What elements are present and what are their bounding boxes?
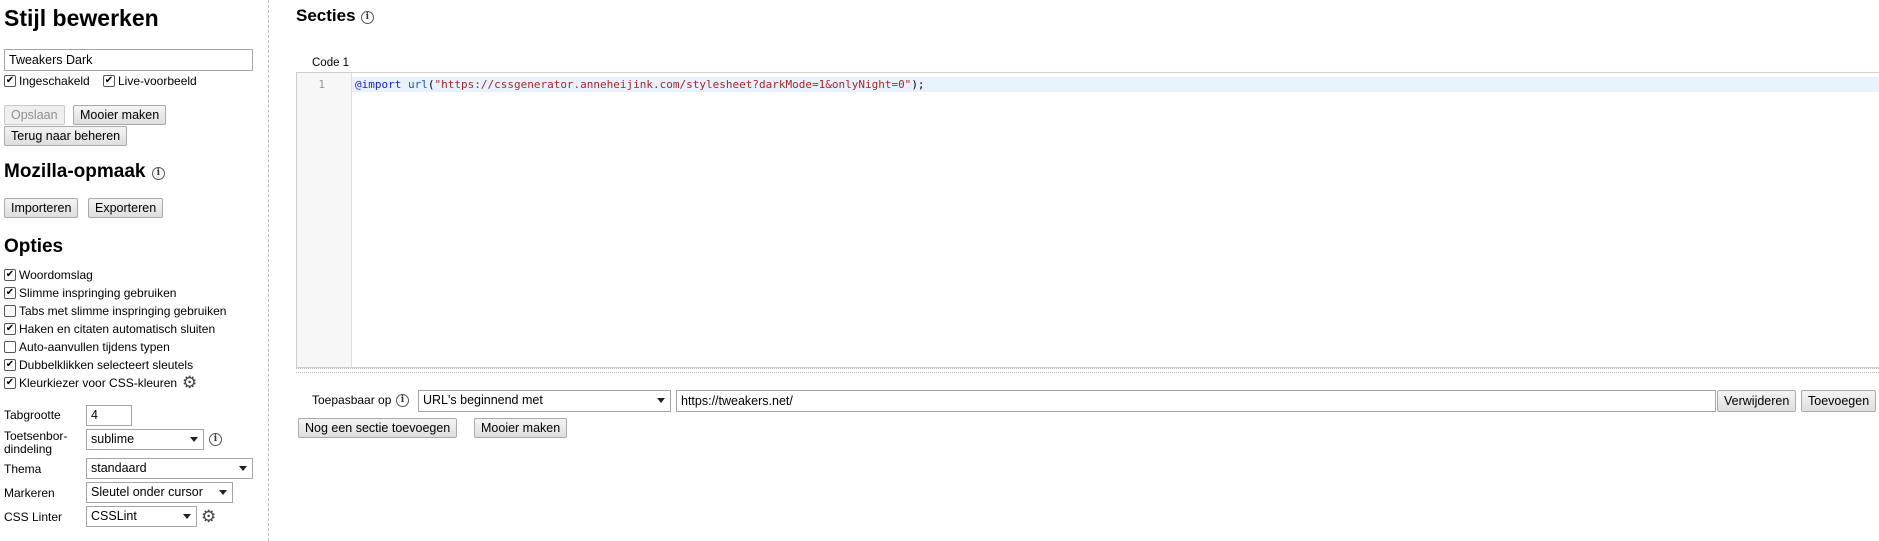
options-title: Opties	[4, 236, 64, 257]
color-picker-settings-icon[interactable]: ⚙	[182, 374, 197, 391]
option-label: Dubbelklikken selecteert sleutels	[19, 357, 194, 372]
highlight-select[interactable]: Sleutel onder cursor	[86, 482, 233, 503]
beautify-button[interactable]: Mooier maken	[73, 105, 167, 125]
sidebar: Stijl bewerken Tweakers Dark ✔ Ingeschak…	[0, 0, 268, 541]
line-number: 1	[318, 78, 325, 91]
option-checkbox[interactable]: ✔	[4, 358, 16, 371]
applies-type-value: URL's beginnend met	[423, 393, 543, 407]
enabled-toggle[interactable]: ✔ Ingeschakeld	[4, 73, 90, 88]
option-checkbox[interactable]	[4, 340, 16, 353]
add-button[interactable]: Toevoegen	[1801, 390, 1877, 412]
keymap-label-line1: Toetsenbor-	[4, 429, 68, 443]
applies-type-select[interactable]: URL's beginnend met	[418, 390, 671, 412]
editor-resize-handle[interactable]	[296, 368, 1879, 373]
import-button[interactable]: Importeren	[4, 198, 79, 218]
live-preview-checkbox[interactable]: ✔	[103, 74, 115, 87]
info-icon[interactable]: i	[209, 433, 222, 446]
option-checkbox[interactable]: ✔	[4, 376, 16, 389]
theme-value: standaard	[91, 461, 147, 475]
option-checkbox[interactable]	[4, 304, 16, 317]
add-section-button[interactable]: Nog een sectie toevoegen	[298, 418, 458, 438]
info-icon[interactable]: i	[151, 167, 165, 181]
keymap-label-line2: dindeling	[4, 442, 53, 456]
code-paren-close: );	[911, 78, 925, 91]
code-editor[interactable]: 1 @import url("https://cssgenerator.anne…	[296, 72, 1879, 368]
sections-heading: Secties i	[296, 6, 374, 26]
export-button[interactable]: Exporteren	[88, 198, 164, 218]
option-checkbox[interactable]: ✔	[4, 322, 16, 335]
enabled-checkbox[interactable]: ✔	[4, 74, 16, 87]
option-label: Woordomslag	[19, 267, 93, 282]
chevron-down-icon	[239, 466, 247, 471]
live-preview-toggle[interactable]: ✔ Live-voorbeeld	[103, 73, 197, 88]
option-checkbox[interactable]: ✔	[4, 268, 16, 281]
option-auto-close-brackets[interactable]: ✔ Haken en citaten automatisch sluiten	[4, 321, 215, 336]
beautify-section-button[interactable]: Mooier maken	[474, 418, 568, 438]
code-function: url	[407, 78, 428, 91]
highlight-value: Sleutel onder cursor	[91, 485, 203, 499]
chevron-down-icon	[190, 437, 198, 442]
applies-url-input[interactable]: https://tweakers.net/	[676, 390, 1716, 412]
remove-button[interactable]: Verwijderen	[1717, 390, 1797, 412]
enabled-label: Ingeschakeld	[19, 73, 90, 88]
info-icon[interactable]: i	[360, 11, 374, 25]
code-line[interactable]: @import url("https://cssgenerator.annehe…	[355, 77, 925, 92]
sidebar-divider[interactable]	[268, 0, 269, 541]
mozilla-title: Mozilla-opmaak	[4, 161, 146, 182]
code-keyword: @import	[355, 78, 402, 91]
live-preview-label: Live-voorbeeld	[118, 73, 197, 88]
theme-select[interactable]: standaard	[86, 458, 253, 479]
tab-size-label: Tabgrootte	[4, 408, 61, 422]
option-label: Auto-aanvullen tijdens typen	[19, 339, 170, 354]
sections-title: Secties	[296, 6, 356, 25]
keymap-select[interactable]: sublime	[86, 429, 204, 450]
editor-gutter: 1	[297, 73, 352, 367]
applies-to-label: Toepasbaar op	[312, 393, 392, 407]
highlight-label: Markeren	[4, 486, 55, 500]
save-button[interactable]: Opslaan	[4, 105, 65, 125]
chevron-down-icon	[657, 398, 665, 403]
page-title: Stijl bewerken	[4, 5, 159, 31]
option-autocomplete[interactable]: Auto-aanvullen tijdens typen	[4, 339, 170, 354]
option-tabs-smart-indent[interactable]: Tabs met slimme inspringing gebruiken	[4, 303, 226, 318]
style-name-input[interactable]: Tweakers Dark	[4, 49, 253, 71]
chevron-down-icon	[183, 514, 191, 519]
mozilla-heading: Mozilla-opmaak i	[4, 161, 165, 183]
linter-label: CSS Linter	[4, 510, 63, 524]
option-double-click-select[interactable]: ✔ Dubbelklikken selecteert sleutels	[4, 357, 193, 372]
option-label: Kleurkiezer voor CSS-kleuren	[19, 375, 178, 390]
back-to-manage-button[interactable]: Terug naar beheren	[4, 126, 128, 146]
keymap-value: sublime	[91, 432, 135, 446]
chevron-down-icon	[219, 490, 227, 495]
theme-label: Thema	[4, 462, 42, 476]
tab-size-input[interactable]: 4	[86, 405, 132, 426]
option-word-wrap[interactable]: ✔ Woordomslag	[4, 267, 93, 282]
option-label: Slimme inspringing gebruiken	[19, 285, 177, 300]
option-label: Tabs met slimme inspringing gebruiken	[19, 303, 227, 318]
option-checkbox[interactable]: ✔	[4, 286, 16, 299]
linter-select[interactable]: CSSLint	[86, 506, 197, 527]
info-icon[interactable]: i	[396, 394, 409, 407]
code-string: "https://cssgenerator.anneheijink.com/st…	[434, 78, 912, 91]
option-smart-indent[interactable]: ✔ Slimme inspringing gebruiken	[4, 285, 176, 300]
option-label: Haken en citaten automatisch sluiten	[19, 321, 216, 336]
linter-value: CSSLint	[91, 509, 137, 523]
linter-settings-icon[interactable]: ⚙	[201, 508, 216, 525]
code-section-label: Code 1	[312, 57, 350, 69]
option-color-picker[interactable]: ✔ Kleurkiezer voor CSS-kleuren	[4, 375, 177, 390]
